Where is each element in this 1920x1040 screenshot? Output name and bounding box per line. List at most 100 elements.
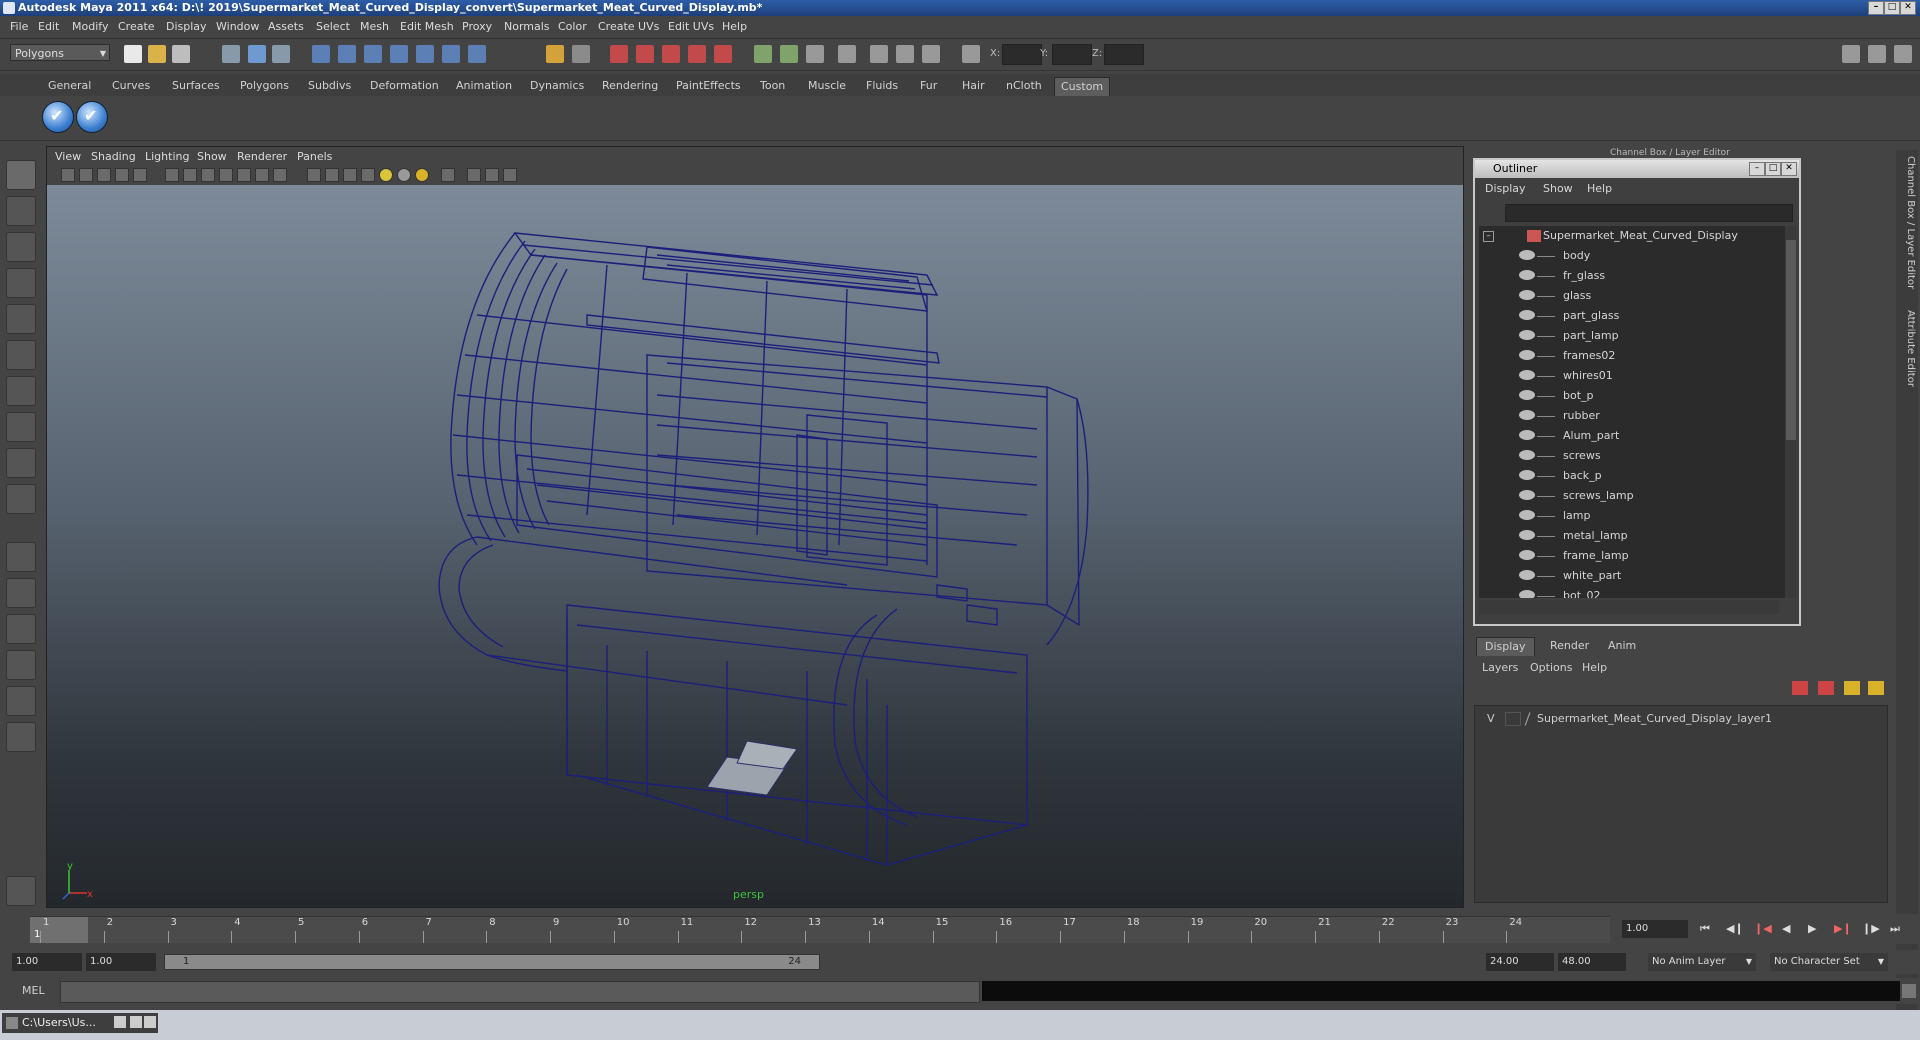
persp-graph-hypergraph-layout-icon[interactable] [6,722,36,752]
outliner-maximize-button[interactable]: □ [1765,162,1781,176]
tab-curves[interactable]: Curves [106,77,156,95]
tab-animation[interactable]: Animation [450,77,518,95]
outliner-item[interactable]: rubber [1479,406,1785,426]
outliner-item[interactable]: bot_p [1479,386,1785,406]
viewport-menu-lighting[interactable]: Lighting [145,150,189,163]
absolute-transform-icon[interactable] [870,45,888,63]
go-to-end-icon[interactable]: ⏭ [1890,922,1900,936]
tab-rendering[interactable]: Rendering [596,77,664,95]
layer-visibility-toggle[interactable]: V [1487,712,1495,725]
outliner-item[interactable]: body [1479,246,1785,266]
snap-curve-icon[interactable] [338,45,356,63]
image-plane-icon[interactable] [115,168,129,182]
minimize-button[interactable]: – [1868,1,1884,15]
viewport-panel[interactable]: View Shading Lighting Show Renderer Pane… [46,146,1464,908]
command-language-label[interactable]: MEL [22,984,45,997]
step-back-key-icon[interactable]: ❙◀ [1754,922,1772,935]
tab-painteffects[interactable]: PaintEffects [670,77,747,95]
xray-joints-icon[interactable] [325,168,339,182]
outliner-item[interactable]: metal_lamp [1479,526,1785,546]
outliner-item[interactable]: fr_glass [1479,266,1785,286]
high-quality-icon[interactable] [415,168,429,182]
step-forward-frame-icon[interactable]: ❙▶ [1862,922,1880,935]
snap-view-plane-icon[interactable] [390,45,408,63]
tab-fur[interactable]: Fur [914,77,943,95]
history-icon[interactable] [442,45,460,63]
select-component-icon[interactable] [272,45,290,63]
current-time-marker[interactable]: 1 [30,917,88,943]
paint-select-tool-icon[interactable] [6,232,36,262]
menu-color[interactable]: Color [558,20,587,33]
tab-custom[interactable]: Custom [1054,77,1111,96]
tab-general[interactable]: General [42,77,97,95]
all-lights-icon[interactable] [273,168,287,182]
new-scene-icon[interactable] [124,45,142,63]
time-slider[interactable]: 1 1 2 3 4 5 6 7 8 9 10 11 12 13 14 15 16 17 18 19 20 21 22 23 2… [0,914,1920,944]
maximize-button[interactable]: □ [1884,1,1900,15]
attribute-editor-side-tab[interactable]: Attribute Editor [1898,310,1916,387]
snap-grid-icon[interactable] [312,45,330,63]
new-layer-selected-icon[interactable] [1818,681,1834,695]
tab-subdivs[interactable]: Subdivs [302,77,357,95]
outliner-menu-show[interactable]: Show [1543,182,1573,195]
menu-help[interactable]: Help [722,20,747,33]
move-up-layer-icon[interactable] [1844,681,1860,695]
construction-history-icon[interactable] [572,45,590,63]
menu-mesh[interactable]: Mesh [360,20,389,33]
help-question-icon[interactable] [468,45,486,63]
tab-ncloth[interactable]: nCloth [1000,77,1048,95]
channel-box-side-tab[interactable]: Channel Box / Layer Editor [1898,156,1916,289]
default-lighting-icon[interactable] [255,168,269,182]
isolate-select-icon[interactable] [307,168,321,182]
outliner-list[interactable]: – Supermarket_Meat_Curved_Display body fr… [1479,226,1785,598]
share-panel-icon[interactable] [503,168,517,182]
time-slider-track[interactable]: 1 1 2 3 4 5 6 7 8 9 10 11 12 13 14 15 16 17 18 19 20 21 22 23 2… [30,916,1610,943]
taskbar-close-icon[interactable] [144,1016,156,1028]
layer-menu-help[interactable]: Help [1582,661,1607,674]
menu-create[interactable]: Create [118,20,155,33]
outliner-item[interactable]: Alum_part [1479,426,1785,446]
step-forward-key-icon[interactable]: ▶❙ [1834,922,1852,935]
outliner-item[interactable]: glass [1479,286,1785,306]
universal-manipulator-icon[interactable] [6,376,36,406]
menu-normals[interactable]: Normals [504,20,550,33]
single-perspective-layout-icon[interactable] [6,542,36,572]
menu-window[interactable]: Window [216,20,259,33]
xray-icon[interactable] [219,168,233,182]
render-settings-icon[interactable] [662,45,680,63]
playback-start-field[interactable]: 1.00 [86,953,156,971]
move-tool-icon[interactable] [6,268,36,298]
custom-shelf-button-1[interactable] [42,101,74,133]
make-live-icon[interactable] [416,45,434,63]
taskbar-item[interactable]: C:\Users\Us... [2,1013,158,1033]
menu-set-dropdown[interactable]: Polygons ▼ [10,44,110,61]
outliner-minimize-button[interactable]: – [1749,162,1765,176]
select-tool-icon[interactable] [6,160,36,190]
viewport-menu-panels[interactable]: Panels [297,150,332,163]
persp-graph-layout-icon[interactable] [6,650,36,680]
menu-assets[interactable]: Assets [268,20,304,33]
x-field[interactable] [1002,44,1042,65]
close-button[interactable]: ✕ [1900,1,1916,15]
relative-transform-icon[interactable] [896,45,914,63]
outliner-item[interactable]: screws_lamp [1479,486,1785,506]
resolution-gate-icon[interactable] [343,168,357,182]
select-hierarchy-icon[interactable] [222,45,240,63]
character-set-dropdown[interactable]: No Character Set ▼ [1770,953,1888,971]
tab-fluids[interactable]: Fluids [860,77,904,95]
menu-display[interactable]: Display [166,20,207,33]
ipr-render-icon[interactable] [636,45,654,63]
menu-edit[interactable]: Edit [38,20,59,33]
scale-tool-icon[interactable] [6,340,36,370]
show-channel-box-icon[interactable] [1894,45,1912,63]
rotate-tool-icon[interactable] [6,304,36,334]
camera-tools-icon[interactable] [441,168,455,182]
show-tool-settings-icon[interactable] [1868,45,1886,63]
outliner-menu-help[interactable]: Help [1587,182,1612,195]
save-scene-icon[interactable] [172,45,190,63]
menu-file[interactable]: File [10,20,28,33]
custom-layout-icon[interactable] [6,876,36,906]
hypershade-layout-icon[interactable] [6,686,36,716]
menu-edit-mesh[interactable]: Edit Mesh [400,20,454,33]
outliner-item[interactable]: back_p [1479,466,1785,486]
